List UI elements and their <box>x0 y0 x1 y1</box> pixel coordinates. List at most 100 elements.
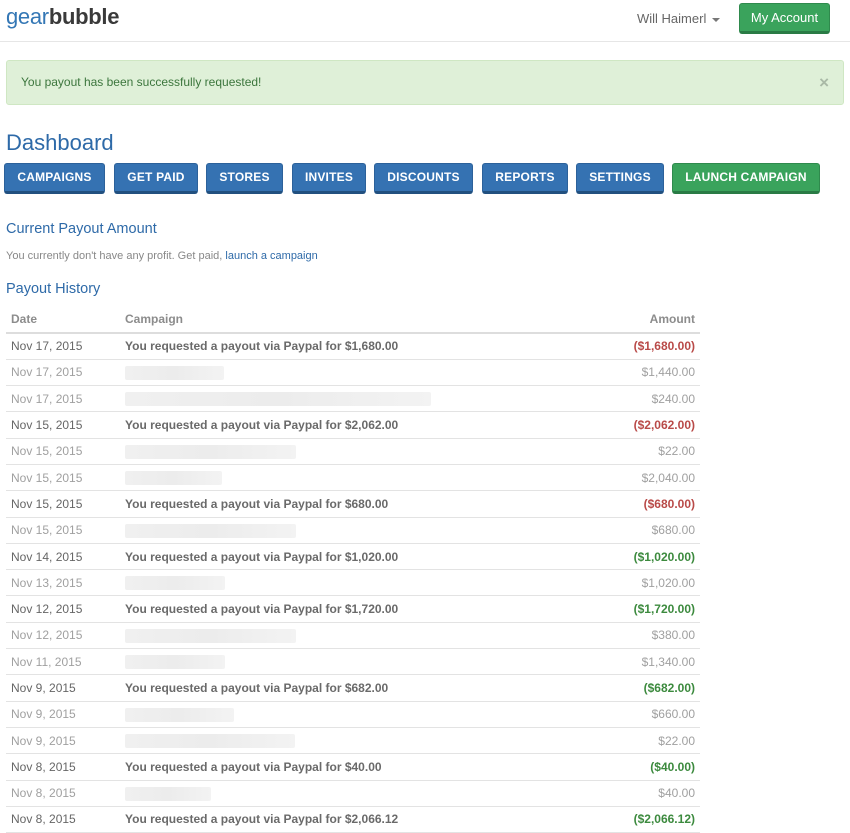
table-header-row: Date Campaign Amount <box>6 306 700 334</box>
row-amount: ($1,720.00) <box>560 595 700 623</box>
launch-campaign-link[interactable]: launch a campaign <box>225 250 317 262</box>
row-campaign: You requested a payout via Paypal for $4… <box>120 753 560 781</box>
row-date: Nov 8, 2015 <box>6 780 120 807</box>
current-payout-title: Current Payout Amount <box>6 221 157 237</box>
nav-reports-button[interactable]: REPORTS <box>482 163 568 194</box>
current-payout-note: You currently don't have any profit. Get… <box>6 250 318 262</box>
row-campaign-redacted <box>120 569 560 597</box>
row-campaign-redacted <box>120 727 560 755</box>
redacted-campaign-name <box>125 444 296 459</box>
table-row: Nov 11, 2015 $1,340.00 <box>6 648 700 676</box>
table-row: Nov 9, 2015 $22.00 <box>6 727 700 755</box>
row-amount: $22.00 <box>560 727 700 755</box>
row-amount: $1,340.00 <box>560 648 700 676</box>
row-campaign-redacted <box>120 701 560 728</box>
redacted-campaign-name <box>125 786 211 801</box>
row-campaign: You requested a payout via Paypal for $2… <box>120 806 560 833</box>
redacted-campaign-name <box>125 365 224 380</box>
table-row: Nov 17, 2015 $240.00 <box>6 385 700 413</box>
row-date: Nov 15, 2015 <box>6 464 120 492</box>
row-amount: ($40.00) <box>560 753 700 781</box>
row-campaign-redacted <box>120 385 560 413</box>
row-campaign-redacted <box>120 648 560 676</box>
row-amount: ($2,066.12) <box>560 806 700 833</box>
nav-stores-button[interactable]: STORES <box>206 163 283 194</box>
row-date: Nov 8, 2015 <box>6 806 120 833</box>
row-campaign-redacted <box>120 359 560 387</box>
column-amount: Amount <box>560 306 700 334</box>
row-amount: ($2,062.00) <box>560 411 700 439</box>
page-title: Dashboard <box>6 130 114 155</box>
table-row: Nov 9, 2015 You requested a payout via P… <box>6 674 700 702</box>
row-amount: $22.00 <box>560 438 700 465</box>
current-payout-note-text: You currently don't have any profit. Get… <box>6 250 223 262</box>
nav-invites-button[interactable]: INVITES <box>292 163 366 194</box>
gearbubble-logo[interactable]: gearbubble <box>6 4 119 30</box>
row-date: Nov 17, 2015 <box>6 359 120 387</box>
table-row: Nov 17, 2015 $1,440.00 <box>6 359 700 387</box>
redacted-campaign-name <box>125 523 296 538</box>
nav-get-paid-button[interactable]: GET PAID <box>114 163 198 194</box>
payout-history-table: Date Campaign Amount Nov 17, 2015 You re… <box>6 306 700 833</box>
user-name: Will Haimerl <box>637 11 707 26</box>
redacted-campaign-name <box>125 734 295 749</box>
row-campaign: You requested a payout via Paypal for $6… <box>120 674 560 702</box>
table-row: Nov 8, 2015 $40.00 <box>6 780 700 807</box>
table-row: Nov 14, 2015 You requested a payout via … <box>6 543 700 571</box>
table-row: Nov 15, 2015 You requested a payout via … <box>6 490 700 518</box>
nav-campaigns-button[interactable]: CAMPAIGNS <box>4 163 105 194</box>
close-icon[interactable]: × <box>819 61 829 104</box>
redacted-campaign-name <box>125 707 234 722</box>
row-date: Nov 9, 2015 <box>6 674 120 702</box>
redacted-campaign-name <box>125 576 225 591</box>
user-menu-dropdown[interactable]: Will Haimerl <box>637 11 721 26</box>
row-amount: ($1,680.00) <box>560 333 700 360</box>
alert-message: You payout has been successfully request… <box>21 75 262 89</box>
row-date: Nov 12, 2015 <box>6 595 120 623</box>
row-date: Nov 9, 2015 <box>6 727 120 755</box>
row-campaign-redacted <box>120 622 560 650</box>
table-row: Nov 9, 2015 $660.00 <box>6 701 700 728</box>
table-row: Nov 8, 2015 You requested a payout via P… <box>6 806 700 833</box>
row-amount: $1,440.00 <box>560 359 700 387</box>
row-date: Nov 15, 2015 <box>6 411 120 439</box>
row-date: Nov 14, 2015 <box>6 543 120 571</box>
row-amount: ($1,020.00) <box>560 543 700 571</box>
row-amount: $380.00 <box>560 622 700 650</box>
row-amount: ($680.00) <box>560 490 700 518</box>
table-row: Nov 12, 2015 You requested a payout via … <box>6 595 700 623</box>
table-row: Nov 12, 2015 $380.00 <box>6 622 700 650</box>
row-campaign: You requested a payout via Paypal for $2… <box>120 411 560 439</box>
row-campaign-redacted <box>120 780 560 807</box>
row-amount: $40.00 <box>560 780 700 807</box>
logo-part-gear: gear <box>6 4 49 29</box>
redacted-campaign-name <box>125 471 222 486</box>
nav-settings-button[interactable]: SETTINGS <box>576 163 664 194</box>
row-date: Nov 11, 2015 <box>6 648 120 676</box>
redacted-campaign-name <box>125 392 431 407</box>
row-campaign: You requested a payout via Paypal for $1… <box>120 333 560 360</box>
row-date: Nov 8, 2015 <box>6 753 120 781</box>
table-row: Nov 15, 2015 You requested a payout via … <box>6 411 700 439</box>
row-amount: $660.00 <box>560 701 700 728</box>
row-date: Nov 17, 2015 <box>6 333 120 360</box>
redacted-campaign-name <box>125 628 296 643</box>
row-amount: $2,040.00 <box>560 464 700 492</box>
column-campaign: Campaign <box>120 306 560 334</box>
table-row: Nov 13, 2015 $1,020.00 <box>6 569 700 597</box>
my-account-button[interactable]: My Account <box>739 3 830 34</box>
caret-down-icon <box>712 17 721 22</box>
row-campaign-redacted <box>120 438 560 465</box>
column-date: Date <box>6 306 120 334</box>
table-row: Nov 15, 2015 $22.00 <box>6 438 700 465</box>
nav-discounts-button[interactable]: DISCOUNTS <box>374 163 473 194</box>
row-date: Nov 9, 2015 <box>6 701 120 728</box>
row-campaign-redacted <box>120 464 560 492</box>
row-date: Nov 15, 2015 <box>6 490 120 518</box>
row-date: Nov 12, 2015 <box>6 622 120 650</box>
launch-campaign-button[interactable]: LAUNCH CAMPAIGN <box>672 163 820 194</box>
row-campaign: You requested a payout via Paypal for $1… <box>120 595 560 623</box>
table-row: Nov 17, 2015 You requested a payout via … <box>6 333 700 360</box>
row-campaign: You requested a payout via Paypal for $1… <box>120 543 560 571</box>
row-date: Nov 15, 2015 <box>6 517 120 544</box>
